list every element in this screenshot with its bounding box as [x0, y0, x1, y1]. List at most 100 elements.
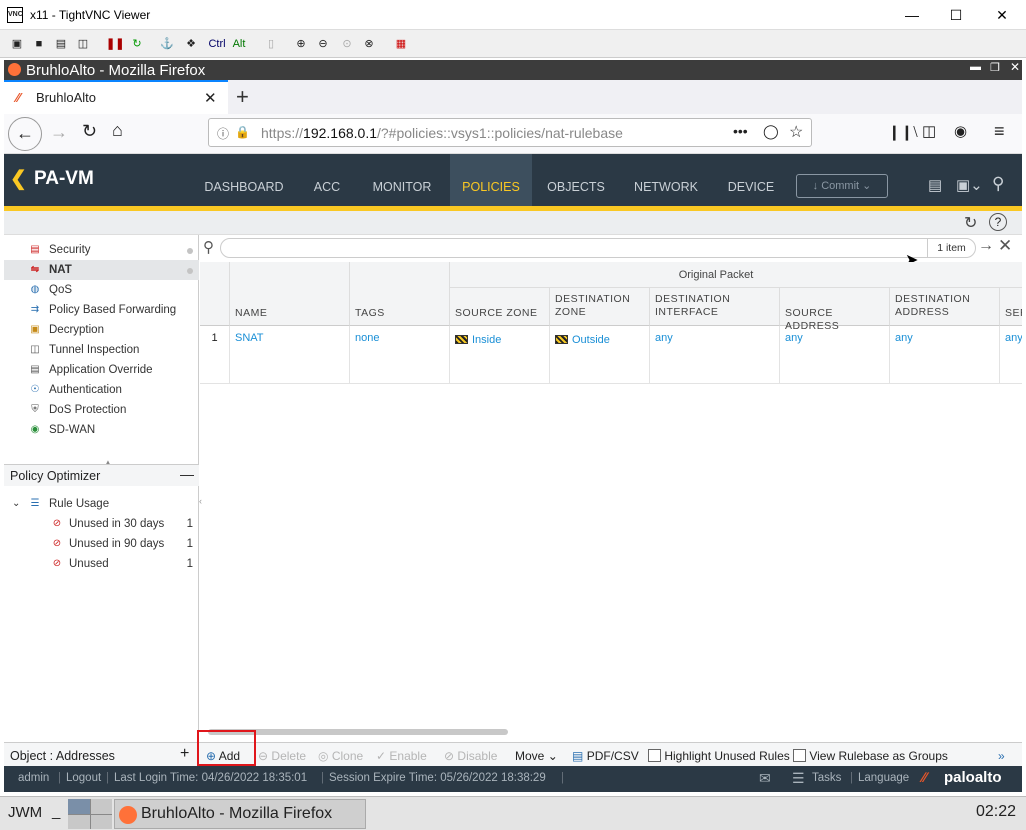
clipboard-icon[interactable]: ▯	[262, 35, 280, 53]
expand-more-icon[interactable]: »	[998, 747, 1005, 765]
col-destination-interface[interactable]: DESTINATION INTERFACE	[650, 288, 780, 326]
sidebar-item-security[interactable]: ▤ Security	[4, 240, 199, 260]
sidebar-item-tunnel[interactable]: ◫ Tunnel Inspection	[4, 340, 199, 360]
win-key-icon[interactable]: ❖	[182, 35, 200, 53]
sidebar-item-pbf[interactable]: ⇉ Policy Based Forwarding	[4, 300, 199, 320]
workspace-3[interactable]	[68, 814, 90, 829]
pdf-csv-button[interactable]: ▤ PDF/CSV	[572, 747, 639, 765]
save-icon[interactable]: ■	[30, 35, 48, 53]
wm-menu[interactable]: JWM	[8, 804, 42, 821]
source-address-cell[interactable]: any	[780, 326, 890, 384]
unused-item[interactable]: ⊘ Unused 1	[4, 554, 199, 574]
sidebar-item-app-override[interactable]: ▤ Application Override	[4, 360, 199, 380]
dest-zone-cell[interactable]: Outside	[550, 326, 650, 384]
ctrl-alt-del-icon[interactable]: ⚓	[158, 35, 176, 53]
col-source-address[interactable]: SOURCE ADDRESS	[780, 288, 890, 332]
account-icon[interactable]: ◉	[954, 122, 967, 140]
sidebar-item-nat[interactable]: ⇋ NAT	[4, 260, 199, 280]
col-destination-zone[interactable]: DESTINATION ZONE	[550, 288, 650, 326]
chevron-down-icon[interactable]: ⌄	[12, 494, 20, 514]
object-addresses-label[interactable]: Object : Addresses	[10, 747, 115, 765]
dest-interface-cell[interactable]: any	[650, 326, 780, 384]
url-bar[interactable]: ⓘ 🔒 https://192.168.0.1/?#policies::vsys…	[208, 118, 812, 147]
filter-input[interactable]: 1 item	[220, 238, 976, 258]
language-link[interactable]: Language	[858, 772, 909, 784]
alt-key-button[interactable]: Alt	[230, 35, 248, 53]
tab-acc[interactable]: ACC	[302, 154, 352, 206]
rule-tags[interactable]: none	[350, 326, 450, 384]
tasks-link[interactable]: Tasks	[812, 772, 841, 784]
clone-button[interactable]: ◎ Clone	[318, 747, 363, 765]
zoom-fit-icon[interactable]: ⊗	[360, 35, 378, 53]
sidebar-item-sdwan[interactable]: ◉ SD-WAN	[4, 420, 199, 440]
clear-filter-icon[interactable]: ✕	[998, 236, 1012, 256]
minimize-button[interactable]: —	[892, 4, 932, 26]
zoom-100-icon[interactable]: ⊙	[338, 35, 356, 53]
zoom-in-icon[interactable]: ⊕	[292, 35, 310, 53]
close-window-button[interactable]: ✕	[982, 4, 1022, 26]
bookmark-star-icon[interactable]: ☆	[789, 122, 803, 142]
taskbar-firefox-button[interactable]: BruhloAlto - Mozilla Firefox	[114, 799, 366, 829]
browser-tab[interactable]: ∕∕ BruhloAlto ✕	[4, 80, 228, 114]
forward-icon[interactable]: →	[50, 122, 68, 143]
home-icon[interactable]: ⌂	[112, 120, 123, 141]
highlight-unused-toggle[interactable]: Highlight Unused Rules	[648, 747, 790, 765]
search-icon[interactable]: ⚲	[992, 174, 1004, 194]
save-config-icon[interactable]: ▣⌄	[956, 176, 983, 194]
page-actions-icon[interactable]: •••	[733, 123, 748, 139]
add-object-icon[interactable]: +	[180, 745, 189, 763]
zoom-out-icon[interactable]: ⊖	[314, 35, 332, 53]
logout-link[interactable]: Logout	[66, 772, 101, 784]
site-info-icon[interactable]: ⓘ	[217, 125, 229, 142]
collapse-icon[interactable]: —	[180, 466, 194, 482]
col-tags[interactable]: TAGS	[350, 262, 450, 326]
ff-close-icon[interactable]: ✕	[1010, 60, 1020, 74]
tab-policies[interactable]: POLICIES	[450, 154, 532, 206]
new-tab-icon[interactable]: +	[236, 84, 249, 110]
mail-icon[interactable]: ✉	[759, 770, 771, 787]
rule-usage-node[interactable]: ⌄ ☰ Rule Usage	[4, 494, 199, 514]
policy-optimizer-header[interactable]: Policy Optimizer —	[4, 464, 199, 486]
ff-minimize-icon[interactable]: ▬	[970, 61, 981, 73]
pause-icon[interactable]: ❚❚	[106, 35, 124, 53]
sidebar-icon[interactable]: ◫	[922, 122, 936, 140]
view-groups-toggle[interactable]: View Rulebase as Groups	[793, 747, 948, 765]
add-button[interactable]: ⊕ Add	[206, 747, 240, 765]
sidebar-item-qos[interactable]: ◍ QoS	[4, 280, 199, 300]
tasks-icon[interactable]: ☰	[792, 770, 805, 787]
rule-name-link[interactable]: SNAT	[230, 326, 350, 384]
new-connection-icon[interactable]: ▣	[8, 35, 26, 53]
sidebar-item-decryption[interactable]: ▣ Decryption	[4, 320, 199, 340]
ctrl-key-button[interactable]: Ctrl	[206, 35, 228, 53]
menu-icon[interactable]: ≡	[994, 121, 1005, 142]
workspace-pager[interactable]	[68, 799, 112, 829]
move-button[interactable]: Move ⌄	[515, 747, 558, 765]
config-lock-icon[interactable]: ▤	[928, 176, 942, 194]
col-source-zone[interactable]: SOURCE ZONE	[450, 288, 550, 326]
apply-filter-icon[interactable]: →	[978, 237, 994, 255]
workspace-4[interactable]	[90, 814, 112, 829]
tab-device[interactable]: DEVICE	[720, 154, 782, 206]
pocket-icon[interactable]: ◯	[763, 123, 779, 140]
library-icon[interactable]: ❙❙⧵	[888, 123, 918, 141]
col-service[interactable]: SER	[1000, 288, 1022, 326]
info-icon[interactable]: ◫	[74, 35, 92, 53]
pane-splitter-icon[interactable]: ‹	[199, 496, 202, 506]
unused-90-item[interactable]: ⊘ Unused in 90 days 1	[4, 534, 199, 554]
tab-monitor[interactable]: MONITOR	[360, 154, 444, 206]
ff-restore-icon[interactable]: ❐	[990, 61, 1000, 74]
tab-dashboard[interactable]: DASHBOARD	[194, 154, 294, 206]
dest-address-cell[interactable]: any	[890, 326, 1000, 384]
maximize-button[interactable]: ☐	[936, 4, 976, 26]
col-destination-address[interactable]: DESTINATION ADDRESS	[890, 288, 1000, 326]
fullscreen-icon[interactable]: ▦	[392, 35, 410, 53]
commit-button[interactable]: ↓ Commit ⌄	[796, 174, 888, 198]
col-name[interactable]: NAME	[230, 262, 350, 326]
delete-button[interactable]: ⊖ Delete	[258, 747, 306, 765]
sidebar-item-authentication[interactable]: ☉ Authentication	[4, 380, 199, 400]
tab-objects[interactable]: OBJECTS	[540, 154, 612, 206]
view-groups-checkbox[interactable]	[793, 749, 806, 762]
refresh-page-icon[interactable]: ↻	[964, 213, 977, 233]
enable-button[interactable]: ✓ Enable	[376, 747, 427, 765]
options-icon[interactable]: ▤	[52, 35, 70, 53]
